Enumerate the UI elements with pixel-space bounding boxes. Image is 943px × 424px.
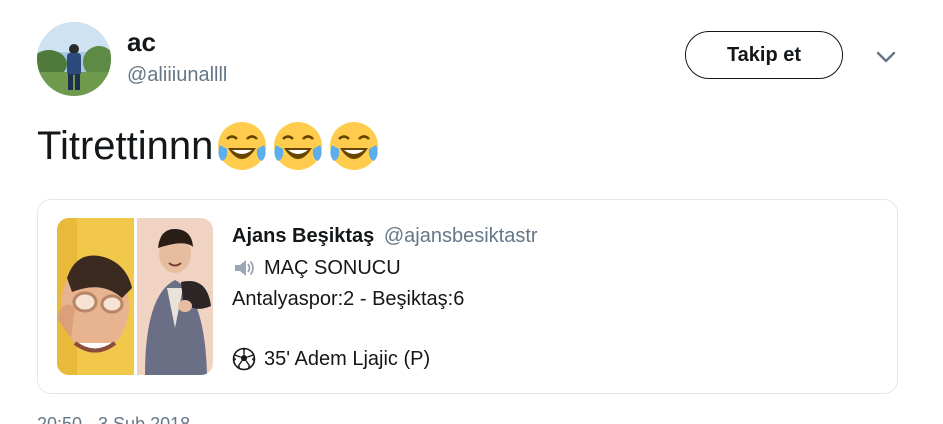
quoted-tweet-image-left bbox=[57, 218, 134, 375]
chevron-down-icon[interactable] bbox=[874, 48, 898, 66]
quoted-tweet-author[interactable]: Ajans Beşiktaş bbox=[232, 225, 374, 247]
user-name[interactable]: ac bbox=[127, 26, 156, 58]
quoted-tweet-handle[interactable]: @ajansbesiktastr bbox=[384, 225, 538, 247]
quoted-tweet-card[interactable]: Ajans Beşiktaş @ajansbesiktastr MAÇ SONU… bbox=[37, 199, 898, 394]
quoted-tweet-line-3: 35' Adem Ljajic (P) bbox=[232, 345, 430, 373]
quoted-tweet-image-right bbox=[137, 218, 213, 375]
tweet-text-row: Titrettinnn bbox=[37, 118, 381, 174]
tweet: ac @aliiiunallll Takip et Titrettinnn Aj… bbox=[0, 0, 943, 424]
face-with-tears-of-joy-emoji bbox=[330, 122, 379, 170]
emoji-row bbox=[215, 119, 381, 173]
avatar-image bbox=[37, 22, 111, 96]
quoted-tweet-line-2-text: Antalyaspor:2 - Beşiktaş:6 bbox=[232, 288, 465, 310]
quoted-tweet-media[interactable] bbox=[57, 218, 213, 375]
quoted-tweet-line-1-text: MAÇ SONUCU bbox=[264, 257, 401, 279]
quoted-tweet-line-2: Antalyaspor:2 - Beşiktaş:6 bbox=[232, 285, 464, 313]
face-with-tears-of-joy-emoji bbox=[274, 122, 323, 170]
tweet-timestamp[interactable]: 20:50 - 3 Şub 2018 bbox=[37, 414, 190, 424]
face-with-tears-of-joy-emoji bbox=[218, 122, 267, 170]
soccer-ball-icon bbox=[232, 347, 256, 371]
tweet-text: Titrettinnn bbox=[37, 124, 214, 168]
user-handle[interactable]: @aliiiunallll bbox=[127, 62, 227, 88]
quoted-tweet-line-3-text: 35' Adem Ljajic (P) bbox=[264, 348, 431, 370]
quoted-tweet-line-1: MAÇ SONUCU bbox=[232, 254, 401, 282]
speaker-icon bbox=[235, 260, 254, 276]
follow-button[interactable]: Takip et bbox=[685, 31, 843, 79]
quoted-tweet-header: Ajans Beşiktaş @ajansbesiktastr bbox=[232, 222, 538, 250]
avatar[interactable] bbox=[37, 22, 111, 96]
